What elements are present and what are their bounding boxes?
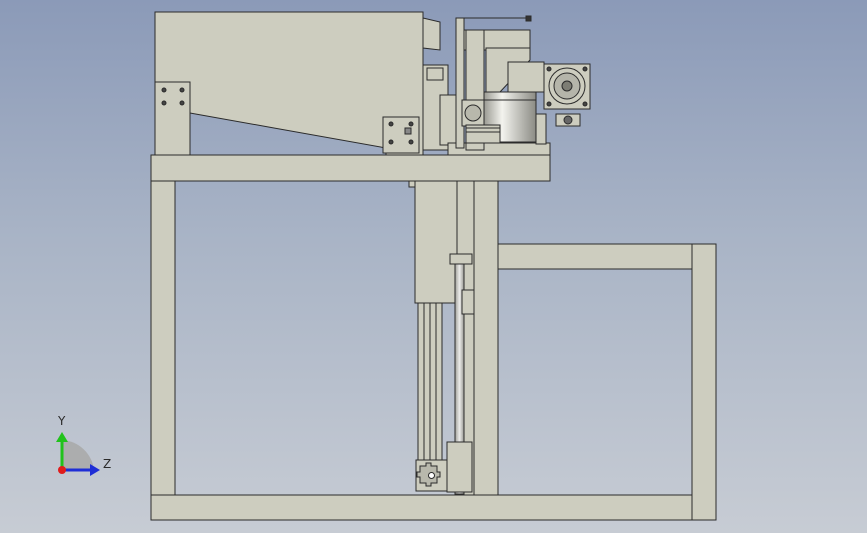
y-axis-label: Y <box>58 414 66 428</box>
cad-viewport[interactable]: Y Z <box>0 0 867 533</box>
x-axis-dot <box>58 466 66 474</box>
hopper-assembly <box>154 11 463 156</box>
z-axis-label: Z <box>103 457 112 471</box>
z-axis-arrow-icon <box>90 464 100 476</box>
vertical-column <box>408 180 475 496</box>
orientation-triad[interactable] <box>56 432 100 476</box>
y-axis-arrow-icon <box>56 432 68 442</box>
model-view[interactable] <box>0 0 867 533</box>
motor-assembly <box>447 15 591 156</box>
